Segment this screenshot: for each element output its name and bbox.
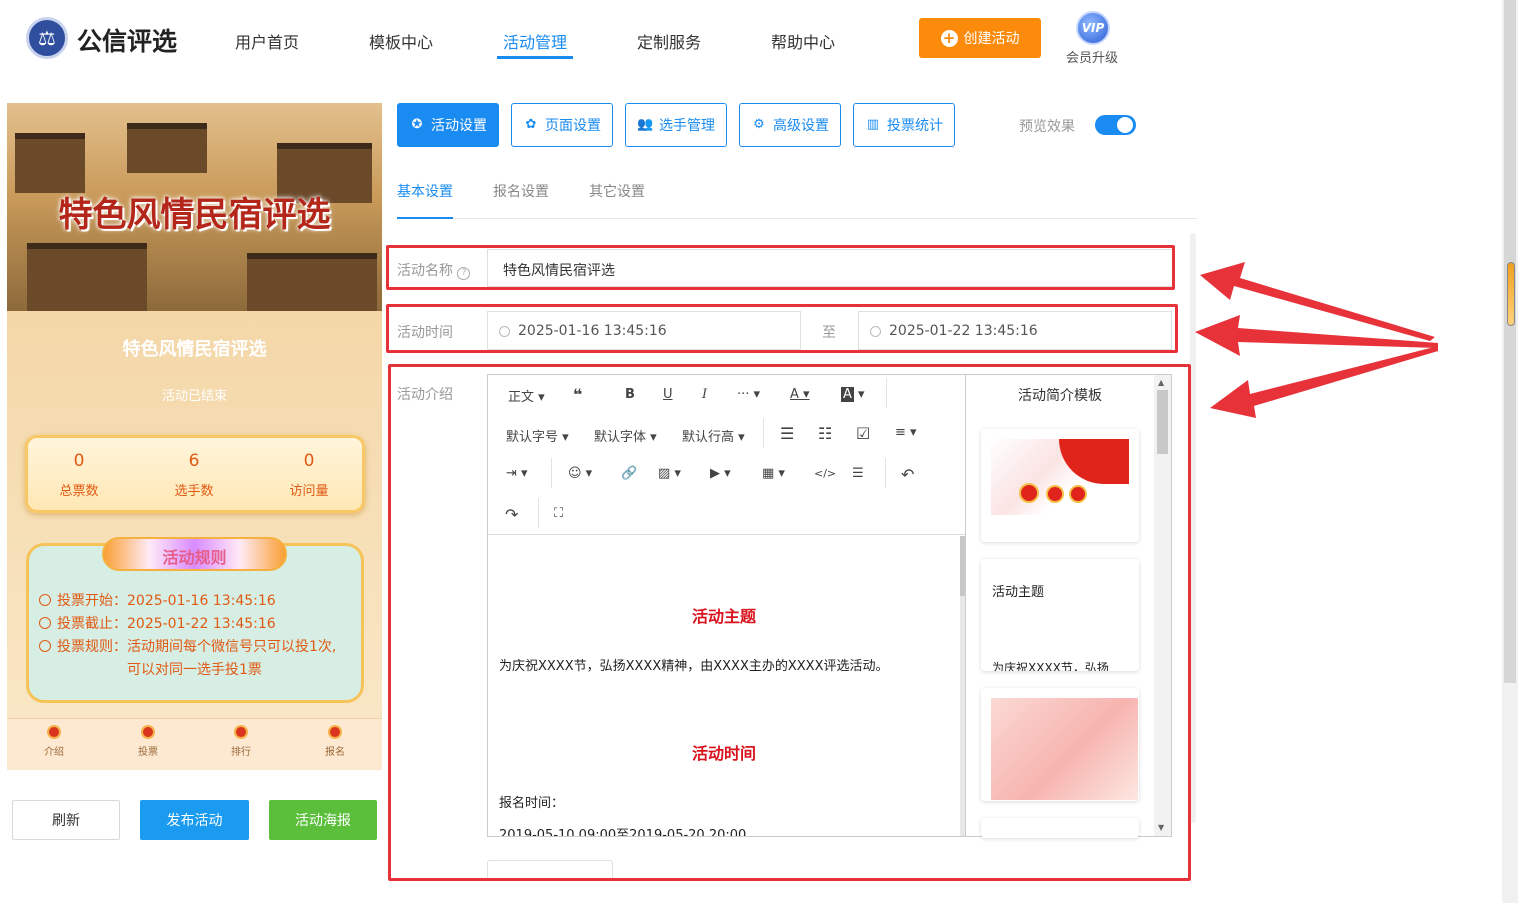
tab-page-settings[interactable]: ✿ 页面设置 <box>511 103 613 147</box>
gear-icon: ✿ <box>525 117 537 132</box>
preview-tab-rank-label: 排行 <box>231 747 251 758</box>
stat-total-votes-label: 总票数 <box>59 484 99 499</box>
bar-chart-icon: ▥ <box>866 117 880 132</box>
create-activity-label: 创建活动 <box>963 31 1020 47</box>
tab-vote-statistics[interactable]: ▥ 投票统计 <box>853 103 955 147</box>
vip-icon[interactable]: VIP <box>1076 11 1110 45</box>
preview-tab-vote: 投票 <box>118 725 178 758</box>
rule-start: 投票开始：2025-01-16 13:45:16 <box>39 590 276 610</box>
vip-upgrade-link[interactable]: 会员升级 <box>1066 47 1118 66</box>
tab-activity-settings-label: 活动设置 <box>431 118 487 134</box>
vote-icon <box>141 725 155 739</box>
star-icon: ✪ <box>411 117 423 132</box>
subtab-basic[interactable]: 基本设置 <box>397 181 453 201</box>
highlight-box-time <box>386 304 1178 353</box>
preview-tab-rank: 排行 <box>211 725 271 758</box>
nav-user-home[interactable]: 用户首页 <box>235 29 299 53</box>
stat-contestants-value: 6 <box>188 451 200 471</box>
tab-advanced-settings[interactable]: ⚙ 高级设置 <box>739 103 841 147</box>
rule-end: 投票截止：2025-01-22 13:45:16 <box>39 613 276 633</box>
house-shape <box>15 133 85 193</box>
page-scrollbar-thumb[interactable] <box>1504 0 1516 683</box>
stat-contestants-label: 选手数 <box>174 484 214 499</box>
arrow-icon <box>1195 315 1438 356</box>
rules-title: 活动规则 <box>162 548 227 567</box>
brand-name[interactable]: 公信评选 <box>77 22 177 58</box>
house-shape <box>127 123 207 173</box>
rule-vote: 投票规则：活动期间每个微信号只可以投1次, <box>39 636 336 656</box>
rule-end-text: 投票截止：2025-01-22 13:45:16 <box>57 616 276 632</box>
create-activity-button[interactable]: + 创建活动 <box>919 18 1041 58</box>
house-shape <box>27 243 147 311</box>
nav-activity-management[interactable]: 活动管理 <box>503 29 567 53</box>
preview-tab-intro: 介绍 <box>24 725 84 758</box>
preview-tab-vote-label: 投票 <box>138 747 158 758</box>
highlight-box-name <box>386 245 1175 290</box>
stat-visits-value: 0 <box>303 451 315 471</box>
preview-tab-intro-label: 介绍 <box>44 747 64 758</box>
signup-icon <box>328 725 342 739</box>
tab-page-settings-label: 页面设置 <box>545 118 601 134</box>
preview-status: 活动已结束 <box>161 389 227 404</box>
preview-title: 特色风情民宿评选 <box>122 339 267 360</box>
house-shape <box>247 253 377 311</box>
annotation-arrows <box>1195 262 1438 418</box>
users-icon: 👥 <box>637 117 654 132</box>
tab-activity-settings[interactable]: ✪ 活动设置 <box>397 103 499 147</box>
poster-button[interactable]: 活动海报 <box>269 800 377 840</box>
rule-vote-cont: 可以对同一选手投1票 <box>127 662 262 678</box>
brand-logo[interactable]: ⚖ <box>26 17 68 59</box>
clock-icon <box>39 594 51 606</box>
refresh-button[interactable]: 刷新 <box>12 800 120 840</box>
tab-contestant-management-label: 选手管理 <box>659 118 715 134</box>
plus-icon: + <box>940 29 958 47</box>
nav-active-indicator <box>497 56 573 59</box>
rule-start-text: 投票开始：2025-01-16 13:45:16 <box>57 593 276 609</box>
stat-visits-label: 访问量 <box>289 484 329 499</box>
subtab-other[interactable]: 其它设置 <box>589 181 645 201</box>
preview-toggle-label: 预览效果 <box>1019 119 1075 135</box>
tab-contestant-management[interactable]: 👥 选手管理 <box>625 103 727 147</box>
preview-tab-signup: 报名 <box>305 725 365 758</box>
stat-total-votes-value: 0 <box>73 451 85 471</box>
stats-card <box>25 435 365 513</box>
rule-vote-text: 投票规则：活动期间每个微信号只可以投1次, <box>57 639 337 655</box>
nav-custom-service[interactable]: 定制服务 <box>637 29 701 53</box>
intro-icon <box>47 725 61 739</box>
arrow-icon <box>1210 346 1438 418</box>
info-icon <box>39 640 51 652</box>
nav-help-center[interactable]: 帮助中心 <box>771 29 835 53</box>
preview-toggle-knob[interactable] <box>1117 117 1133 133</box>
mobile-preview: 特色风情民宿评选 特色风情民宿评选 活动已结束 0 总票数 6 选手数 0 访问… <box>7 103 382 770</box>
tab-vote-statistics-label: 投票统计 <box>887 118 943 134</box>
preview-tab-signup-label: 报名 <box>325 747 345 758</box>
tab-advanced-settings-label: 高级设置 <box>773 118 829 134</box>
subtab-active-indicator <box>397 217 453 219</box>
publish-button[interactable]: 发布活动 <box>140 800 249 840</box>
scroll-position-marker <box>1507 262 1515 326</box>
nav-template-center[interactable]: 模板中心 <box>369 29 433 53</box>
subtab-divider <box>397 218 1197 219</box>
banner-title: 特色风情民宿评选 <box>58 195 331 235</box>
highlight-box-intro <box>388 364 1191 881</box>
settings-icon: ⚙ <box>753 117 765 132</box>
rank-icon <box>234 725 248 739</box>
clock-icon <box>39 617 51 629</box>
subtab-signup[interactable]: 报名设置 <box>493 181 549 201</box>
